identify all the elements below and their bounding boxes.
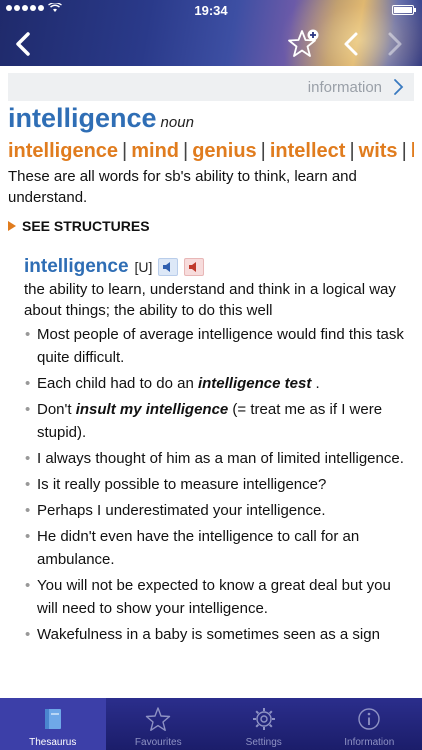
app-header: 19:34 bbox=[0, 0, 422, 66]
information-bar[interactable]: information bbox=[8, 73, 414, 101]
tab-settings[interactable]: Settings bbox=[211, 698, 317, 750]
example-text: Perhaps I underestimated your intelligen… bbox=[37, 502, 326, 519]
synonym-separator: | bbox=[349, 140, 355, 162]
example-text: Most people of average intelligence woul… bbox=[37, 326, 404, 366]
sense-block: intelligence [U] the ability to learn, u… bbox=[8, 256, 414, 646]
chevron-left-icon bbox=[344, 32, 358, 56]
sense-header: intelligence [U] bbox=[24, 256, 414, 278]
definition: the ability to learn, understand and thi… bbox=[24, 281, 396, 319]
example-item: Don't insult my intelligence (= treat me… bbox=[24, 398, 414, 444]
next-entry-button[interactable] bbox=[380, 26, 410, 62]
tab-label: Settings bbox=[245, 737, 282, 748]
see-structures-label: SEE STRUCTURES bbox=[22, 218, 150, 234]
example-text: Wakefulness in a baby is sometimes seen … bbox=[37, 626, 380, 643]
tab-label: Favourites bbox=[134, 737, 182, 748]
example-text: Is it really possible to measure intelli… bbox=[37, 476, 327, 493]
synonym-link[interactable]: genius bbox=[192, 140, 256, 162]
tab-favourites[interactable]: Favourites bbox=[106, 698, 212, 750]
audio-uk-button[interactable] bbox=[158, 258, 179, 276]
example-text: He didn't even have the intelligence to … bbox=[37, 528, 360, 568]
synonym-list: intelligence | mind | genius | intellect | wits |… bbox=[8, 137, 414, 165]
synonym-separator: | bbox=[183, 140, 189, 162]
example-item: Is it really possible to measure intelli… bbox=[24, 473, 414, 496]
tab-thesaurus[interactable]: Thesaurus bbox=[0, 698, 106, 750]
synonym-separator: | bbox=[260, 140, 266, 162]
synonym-link[interactable]: intelligence bbox=[8, 140, 118, 162]
status-time: 19:34 bbox=[194, 3, 228, 18]
triangle-right-icon bbox=[8, 221, 16, 231]
synonym-link[interactable]: wits bbox=[359, 140, 398, 162]
example-text: Each child had to do an bbox=[37, 375, 198, 392]
info-icon bbox=[358, 708, 380, 730]
entry-description: These are all words for sb's ability to … bbox=[8, 168, 357, 206]
example-item: You will not be expected to know a great… bbox=[24, 574, 414, 620]
see-structures-button[interactable]: SEE STRUCTURES bbox=[8, 218, 414, 234]
tab-bar: Thesaurus Favourites Settings Informatio… bbox=[0, 698, 422, 750]
example-text: You will not be expected to know a great… bbox=[37, 577, 391, 617]
example-list: Most people of average intelligence woul… bbox=[24, 323, 414, 646]
status-bar: 19:34 bbox=[0, 0, 422, 20]
example-item: Each child had to do an intelligence tes… bbox=[24, 372, 414, 395]
book-icon bbox=[44, 709, 61, 729]
example-item: Wakefulness in a baby is sometimes seen … bbox=[24, 623, 414, 646]
synonym-separator: | bbox=[401, 140, 407, 162]
grammar-code: [U] bbox=[134, 259, 153, 275]
information-link[interactable]: information bbox=[308, 79, 382, 96]
synonym-link[interactable]: intellect bbox=[270, 140, 346, 162]
example-text: . bbox=[311, 375, 320, 392]
previous-entry-button[interactable] bbox=[336, 26, 366, 62]
example-text: I always thought of him as a man of limi… bbox=[37, 450, 404, 467]
chevron-right-icon bbox=[394, 79, 404, 95]
add-favourite-button[interactable] bbox=[286, 26, 324, 62]
star-icon bbox=[146, 707, 171, 731]
collocation: intelligence test bbox=[197, 375, 312, 392]
tab-label: Thesaurus bbox=[29, 737, 77, 748]
audio-us-button[interactable] bbox=[184, 258, 205, 276]
battery-icon bbox=[392, 5, 416, 15]
example-item: I always thought of him as a man of limi… bbox=[24, 447, 414, 470]
speaker-icon bbox=[189, 262, 197, 272]
headword-line: intelligence noun bbox=[8, 103, 414, 134]
chevron-left-icon bbox=[16, 32, 30, 56]
tab-label: Information bbox=[344, 737, 395, 748]
chevron-right-icon bbox=[388, 32, 402, 56]
example-item: Perhaps I underestimated your intelligen… bbox=[24, 499, 414, 522]
speaker-icon bbox=[163, 262, 171, 272]
tab-information[interactable]: Information bbox=[317, 698, 422, 750]
synonym-link[interactable]: brain bbox=[411, 140, 414, 162]
collocation: insult my intelligence bbox=[75, 401, 229, 418]
back-button[interactable] bbox=[6, 26, 42, 62]
synonym-separator: | bbox=[122, 140, 128, 162]
sense-word: intelligence bbox=[24, 256, 129, 277]
synonym-link[interactable]: mind bbox=[131, 140, 179, 162]
example-text: Don't bbox=[37, 401, 76, 418]
gear-icon bbox=[252, 708, 275, 730]
example-item: Most people of average intelligence woul… bbox=[24, 323, 414, 369]
headword: intelligence bbox=[8, 103, 157, 133]
part-of-speech: noun bbox=[160, 114, 194, 131]
star-add-icon bbox=[288, 29, 319, 57]
example-item: He didn't even have the intelligence to … bbox=[24, 525, 414, 571]
entry-content[interactable]: intelligence noun intelligence | mind | geniu… bbox=[8, 101, 414, 698]
